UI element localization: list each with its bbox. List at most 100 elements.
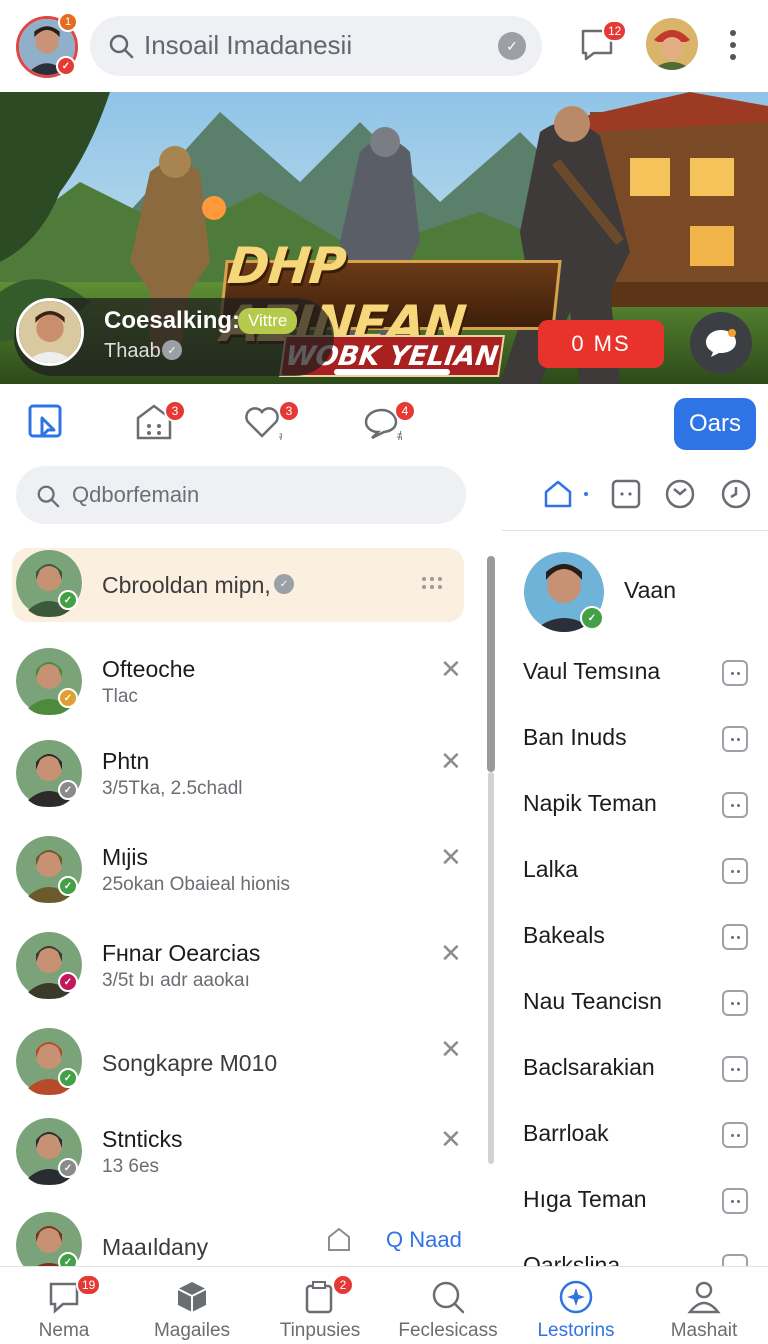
home-filter-icon[interactable]: [542, 478, 574, 510]
friend-name[interactable]: Vaul Temsına: [523, 658, 660, 685]
search-icon: [432, 1281, 465, 1314]
chat-subtitle: 13 6es: [102, 1156, 160, 1177]
nav-label: Nema: [38, 1320, 90, 1341]
tab-feed-icon[interactable]: [26, 402, 66, 442]
friend-options-button[interactable]: [722, 858, 748, 884]
friend-name[interactable]: Napik Teman: [523, 790, 657, 817]
friend-options-button[interactable]: [722, 660, 748, 686]
scrollbar-track: [488, 772, 494, 1164]
box-icon: [177, 1282, 207, 1312]
live-button[interactable]: 0 MS: [538, 320, 664, 368]
chat-name[interactable]: Mιjis: [102, 844, 148, 871]
nav-search[interactable]: Feclesicass: [384, 1266, 512, 1344]
friend-name[interactable]: Barrloak: [523, 1120, 609, 1147]
profile-verified-icon: ✓: [56, 56, 76, 76]
friend-name[interactable]: Bakeals: [523, 922, 605, 949]
friend-name[interactable]: Ban Inuds: [523, 724, 627, 751]
chat-more-icon[interactable]: [422, 577, 446, 591]
nav-home[interactable]: Nema 19: [0, 1266, 128, 1344]
nav-label: Magailes: [153, 1320, 231, 1341]
chat-name[interactable]: Maaıldany: [102, 1234, 208, 1261]
friends-header-name: Vaan: [624, 577, 677, 603]
search-bar[interactable]: Insoail Imadanesii ✓: [90, 16, 542, 76]
close-icon[interactable]: ✕: [440, 746, 462, 777]
tab-store-badge: 3: [164, 400, 186, 422]
friends-panel: [502, 530, 768, 1266]
oars-button[interactable]: Oars: [674, 398, 756, 450]
chat-status-icon: ✓: [58, 1068, 78, 1088]
close-icon[interactable]: ✕: [440, 938, 462, 969]
friend-options-button[interactable]: [722, 924, 748, 950]
clear-search-icon[interactable]: ✓: [498, 32, 526, 60]
chat-bubble-icon: [706, 329, 736, 357]
tab-likes-badge: 3: [278, 400, 300, 422]
messages-badge: 12: [602, 20, 628, 42]
chat-search-link[interactable]: Q Naad: [386, 1227, 462, 1253]
chat-search-placeholder: Qdborfemain: [72, 482, 200, 507]
chat-status-icon: ✓: [58, 1158, 78, 1178]
search-icon: [37, 485, 60, 508]
nav-label: Tinpusies: [279, 1320, 361, 1341]
chat-name[interactable]: Cbrooldan mipn,: [102, 572, 271, 599]
search-icon: [109, 34, 134, 59]
chat-name[interactable]: Ofteoche: [102, 656, 195, 683]
home-filter-dot: [584, 492, 588, 496]
nav-label: Feclesicass: [398, 1320, 498, 1341]
grid-filter-icon[interactable]: [610, 478, 642, 510]
chat-name[interactable]: Songkapre M010: [102, 1050, 277, 1077]
profile-notification-badge: 1: [58, 12, 78, 32]
friend-name[interactable]: Hıga Teman: [523, 1186, 647, 1213]
scrollbar-thumb[interactable]: [487, 556, 495, 772]
streamer-tag: Vittre: [238, 308, 298, 334]
nav-label: Mashait: [670, 1320, 738, 1341]
chat-status-icon: ✓: [58, 780, 78, 800]
friend-name[interactable]: Nau Teancisn: [523, 988, 662, 1015]
close-icon[interactable]: ✕: [440, 1124, 462, 1155]
chat-status-icon: ✓: [58, 590, 78, 610]
tab-likes-icon[interactable]: #: [242, 402, 282, 442]
chat-subtitle: 3/5Tka, 2.5chadl: [102, 778, 243, 799]
chat-status-icon: ✓: [58, 876, 78, 896]
chat-subtitle: 3/5t bı adr aaokaı: [102, 970, 250, 991]
svg-text:#: #: [396, 429, 402, 442]
history-filter-icon[interactable]: [720, 478, 752, 510]
friend-name[interactable]: Baclsarakian: [523, 1054, 655, 1081]
nav-label: Lestorins: [537, 1320, 615, 1341]
streamer-avatar[interactable]: [16, 298, 84, 366]
chat-verified-icon: ✓: [274, 574, 294, 594]
nav-magailes[interactable]: Magailes: [128, 1266, 256, 1344]
search-text: Insoail Imadanesii: [144, 30, 353, 60]
friend-options-button[interactable]: [722, 1188, 748, 1214]
nav-tinpusies[interactable]: Tinpusies 2: [256, 1266, 384, 1344]
clock-filter-icon[interactable]: [664, 478, 696, 510]
close-icon[interactable]: ✕: [440, 842, 462, 873]
more-options-icon[interactable]: [728, 30, 738, 62]
chat-name[interactable]: Fʜnar Oearcias: [102, 940, 260, 967]
friend-options-button[interactable]: [722, 1122, 748, 1148]
friend-options-button[interactable]: [722, 990, 748, 1016]
chat-status-icon: ✓: [58, 972, 78, 992]
game-avatar[interactable]: [646, 18, 698, 70]
nav-lestorins[interactable]: Lestorins: [512, 1266, 640, 1344]
streamer-verified-icon: ✓: [162, 340, 182, 360]
chat-search-input[interactable]: Qdborfemain: [16, 466, 466, 524]
friend-name[interactable]: Lalka: [523, 856, 578, 883]
chat-name[interactable]: Phtn: [102, 748, 149, 775]
friend-options-button[interactable]: [722, 1056, 748, 1082]
friend-options-button[interactable]: [722, 726, 748, 752]
user-icon: [687, 1281, 721, 1314]
chat-home-icon[interactable]: [326, 1226, 352, 1257]
nav-profile[interactable]: Mashait: [640, 1266, 768, 1344]
nav-badge: 2: [332, 1274, 354, 1296]
friend-options-button[interactable]: [722, 792, 748, 818]
close-icon[interactable]: ✕: [440, 654, 462, 685]
chat-name[interactable]: Stnticks: [102, 1126, 183, 1153]
streamer-name: Coesalking:: [104, 307, 241, 334]
chat-subtitle: 25okan Obaieal hionis: [102, 874, 291, 895]
streamer-subtitle: Thaab: [104, 340, 161, 362]
tab-comments-badge: 4: [394, 400, 416, 422]
close-icon[interactable]: ✕: [440, 1034, 462, 1065]
chat-bubble-button[interactable]: [690, 312, 752, 374]
chat-status-icon: ✓: [58, 688, 78, 708]
chat-subtitle: Tlac: [102, 686, 138, 707]
